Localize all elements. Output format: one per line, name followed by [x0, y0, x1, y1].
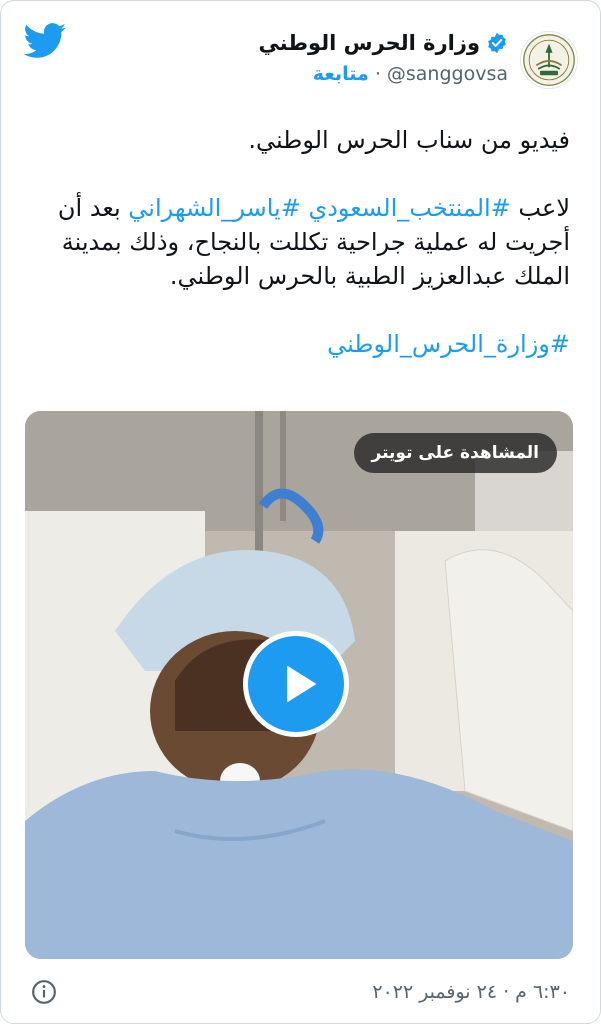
tweet-timestamp[interactable]: ٦:٣٠ م · ٢٤ نوفمبر ٢٠٢٢ [372, 981, 570, 1003]
follow-button[interactable]: متابعة [313, 63, 369, 85]
text-segment: لاعب [510, 194, 570, 222]
avatar[interactable] [520, 31, 578, 89]
tweet-paragraph-3: #وزارة_الحرس_الوطني [25, 327, 570, 361]
tweet-paragraph-2: لاعب #المنتخب_السعودي #ياسر_الشهراني بعد… [25, 191, 570, 293]
play-button[interactable] [243, 631, 349, 737]
tweet-text: فيديو من سناب الحرس الوطني. لاعب #المنتخ… [25, 123, 570, 361]
hashtag-link[interactable]: #المنتخب_السعودي [308, 194, 510, 222]
national-guard-emblem [523, 34, 575, 86]
hashtag-link[interactable]: #ياسر_الشهراني [128, 194, 301, 222]
tweet-card: وزارة الحرس الوطني @sanggovsa · متابعة ف… [0, 0, 601, 1024]
handle[interactable]: @sanggovsa [387, 63, 508, 85]
watch-on-twitter-button[interactable]: المشاهدة على تويتر [353, 433, 557, 473]
play-icon [287, 665, 317, 703]
video-player[interactable]: المشاهدة على تويتر [25, 411, 573, 959]
hashtag-link[interactable]: #وزارة_الحرس_الوطني [327, 330, 570, 358]
tweet-paragraph-1: فيديو من سناب الحرس الوطني. [248, 126, 570, 154]
info-icon[interactable] [31, 979, 57, 1005]
twitter-bird-icon[interactable] [23, 23, 67, 59]
separator-dot: · [374, 63, 381, 85]
handle-row: @sanggovsa · متابعة [313, 63, 508, 85]
display-name[interactable]: وزارة الحرس الوطني [258, 31, 480, 55]
verified-badge-icon [488, 32, 506, 54]
display-name-row[interactable]: وزارة الحرس الوطني [258, 31, 508, 55]
